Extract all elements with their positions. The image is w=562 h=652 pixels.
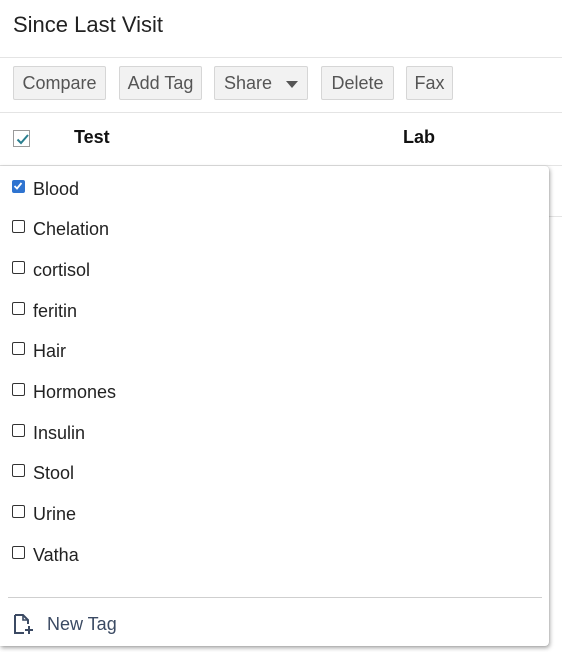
toolbar-divider	[0, 112, 562, 113]
new-tag-label: New Tag	[47, 613, 117, 634]
tag-label: Vatha	[33, 544, 79, 565]
tag-label: Hormones	[33, 382, 117, 402]
tag-label: Urine	[33, 504, 77, 525]
tag-checkbox[interactable]	[12, 423, 25, 437]
tag-label: Blood	[33, 178, 80, 199]
tag-checkbox[interactable]	[12, 505, 25, 519]
tag-label: feritin	[33, 300, 78, 321]
new-tag-button[interactable]: New Tag	[13, 609, 117, 639]
tag-label: cortisol	[33, 259, 91, 280]
delete-button[interactable]: Delete	[321, 66, 394, 100]
tag-checkbox[interactable]	[12, 179, 25, 193]
column-header-test[interactable]: Test	[74, 127, 110, 148]
toolbar: Compare Add Tag Share Delete Fax	[0, 66, 562, 102]
share-button[interactable]: Share	[214, 66, 308, 100]
tag-checkbox[interactable]	[12, 301, 25, 315]
page-title: Since Last Visit	[13, 12, 164, 37]
menu-separator	[8, 597, 542, 598]
select-all-checkbox[interactable]	[13, 130, 30, 147]
tag-checkbox[interactable]	[12, 464, 25, 478]
tag-label: Insulin	[33, 422, 86, 443]
checkmark-icon	[16, 134, 29, 145]
tag-label: Chelation	[33, 219, 110, 240]
share-button-label: Share	[223, 72, 273, 93]
tag-option[interactable]: Vatha	[12, 542, 79, 568]
chevron-down-icon	[286, 80, 299, 88]
tag-checkbox[interactable]	[12, 383, 25, 396]
tag-checkbox[interactable]	[12, 220, 25, 234]
tag-option[interactable]: cortisol	[12, 257, 90, 283]
tag-option[interactable]: Hormones	[12, 380, 116, 406]
tag-dropdown-menu: Blood Chelation cortisol feritin Hair Hormone…	[0, 166, 549, 646]
tag-checkbox[interactable]	[12, 260, 25, 274]
tag-option[interactable]: Stool	[12, 461, 74, 487]
add-tag-button[interactable]: Add Tag	[119, 66, 202, 100]
tag-option[interactable]: Hair	[12, 339, 66, 365]
tag-option[interactable]: Urine	[12, 502, 76, 528]
tag-label: Stool	[33, 463, 75, 484]
checkmark-icon	[13, 181, 23, 190]
tag-label: Hair	[33, 341, 67, 362]
column-header-lab[interactable]: Lab	[403, 127, 435, 148]
compare-button[interactable]: Compare	[13, 66, 106, 100]
tag-checkbox[interactable]	[12, 545, 25, 559]
tag-option[interactable]: feritin	[12, 298, 77, 324]
tag-option[interactable]: Blood	[12, 176, 79, 202]
fax-button[interactable]: Fax	[406, 66, 453, 100]
tag-checkbox[interactable]	[12, 342, 25, 356]
tag-option[interactable]: Chelation	[12, 217, 109, 243]
tag-option[interactable]: Insulin	[12, 420, 85, 446]
add-document-icon	[14, 614, 33, 634]
title-divider	[0, 57, 562, 58]
